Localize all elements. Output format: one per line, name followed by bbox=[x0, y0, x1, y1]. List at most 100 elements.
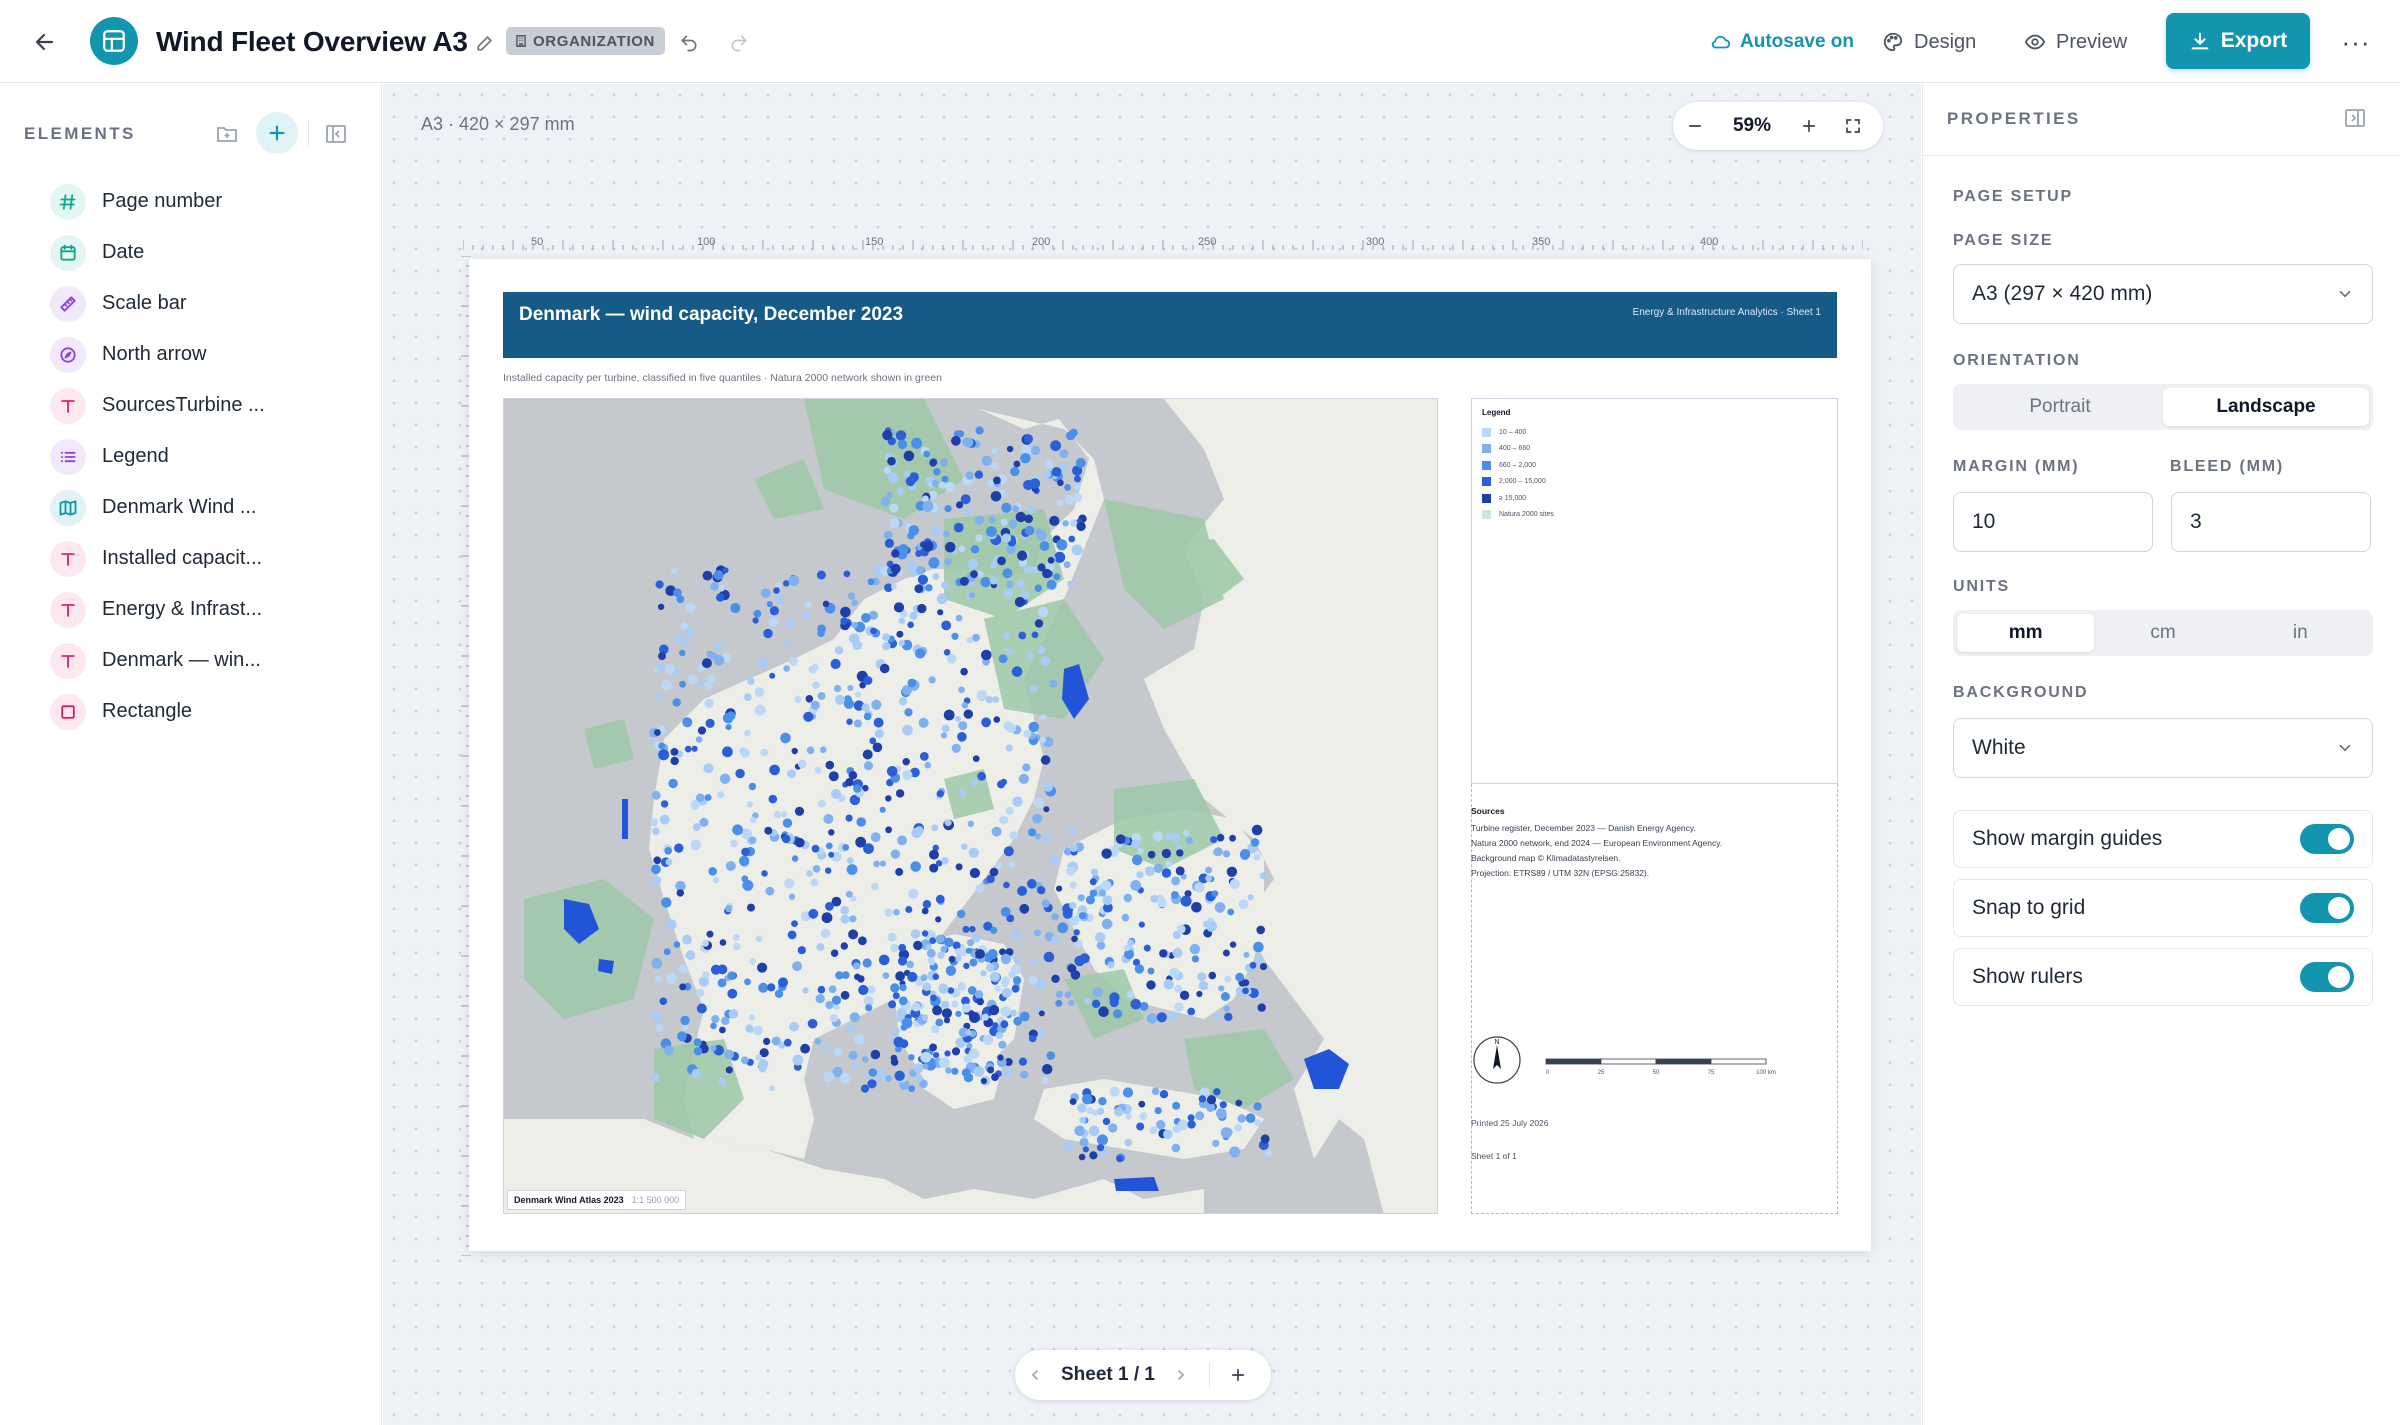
orientation-portrait[interactable]: Portrait bbox=[1957, 388, 2163, 426]
turbine-dot bbox=[659, 814, 670, 825]
redo-button[interactable] bbox=[722, 26, 756, 60]
turbine-dot bbox=[905, 906, 913, 913]
legend-box[interactable]: Legend 10 – 400 400 – 660 660 – 2,000 2,000… bbox=[1471, 398, 1838, 784]
turbine-dot bbox=[957, 732, 967, 742]
previous-sheet-button[interactable] bbox=[1015, 1355, 1055, 1395]
element-item[interactable]: Installed capacit... bbox=[50, 533, 370, 584]
turbine-dot bbox=[1223, 1005, 1230, 1012]
element-item[interactable]: Scale bar bbox=[50, 278, 370, 329]
turbine-dot bbox=[883, 466, 891, 474]
units-label: UNITS bbox=[1953, 578, 2010, 595]
turbine-dot bbox=[1175, 866, 1185, 876]
turbine-dot bbox=[1206, 921, 1217, 932]
zoom-out-button[interactable] bbox=[1673, 104, 1717, 148]
zoom-in-button[interactable] bbox=[1787, 104, 1831, 148]
page-number-text[interactable]: Sheet 1 of 1 bbox=[1471, 1151, 1517, 1161]
turbine-dot bbox=[923, 450, 931, 458]
turbine-dot bbox=[1138, 921, 1145, 928]
turbine-dot bbox=[1138, 1100, 1146, 1108]
add-sheet-button[interactable] bbox=[1218, 1355, 1258, 1395]
export-button[interactable]: Export bbox=[2166, 13, 2310, 69]
element-item[interactable]: Denmark Wind ... bbox=[50, 482, 370, 533]
turbine-dot bbox=[752, 617, 759, 624]
units-cm[interactable]: cm bbox=[2094, 614, 2231, 652]
collapse-properties-button[interactable] bbox=[2343, 106, 2373, 134]
element-item[interactable]: Energy & Infrast... bbox=[50, 584, 370, 635]
map-title[interactable]: Denmark — wind capacity, December 2023 bbox=[519, 304, 903, 326]
page-size-select[interactable]: A3 (297 × 420 mm) bbox=[1953, 264, 2373, 324]
margin-guides-toggle[interactable] bbox=[2300, 824, 2354, 854]
turbine-dot bbox=[878, 954, 890, 966]
turbine-dot bbox=[744, 729, 751, 737]
turbine-dot bbox=[945, 965, 957, 976]
bleed-input[interactable]: 3 bbox=[2171, 492, 2371, 552]
show-rulers-toggle[interactable] bbox=[2300, 962, 2354, 992]
turbine-dot bbox=[1015, 511, 1026, 523]
organization-text[interactable]: Energy & Infrastructure Analytics · Shee… bbox=[1633, 307, 1821, 318]
map-frame[interactable]: Denmark Wind Atlas 2023 1:1 500 000 bbox=[503, 398, 1438, 1214]
turbine-dot bbox=[1051, 912, 1059, 921]
element-item[interactable]: Denmark — win... bbox=[50, 635, 370, 686]
back-button[interactable] bbox=[24, 22, 66, 62]
canvas-area[interactable]: A3 · 420 × 297 mm 59% 50 100 150 200 250 300 3… bbox=[383, 84, 1921, 1425]
subtitle-text[interactable]: Installed capacity per turbine, classifi… bbox=[503, 372, 942, 384]
document-title: Wind Fleet Overview A3 bbox=[156, 26, 468, 57]
orientation-landscape[interactable]: Landscape bbox=[2163, 388, 2369, 426]
turbine-dot bbox=[1068, 535, 1076, 543]
turbine-dot bbox=[1098, 1006, 1109, 1017]
design-button[interactable]: Design bbox=[1882, 22, 1976, 62]
element-item[interactable]: Page number bbox=[50, 176, 370, 227]
turbine-dot bbox=[1171, 891, 1179, 899]
units-in[interactable]: in bbox=[2232, 614, 2369, 652]
more-options-button[interactable]: ··· bbox=[2336, 22, 2376, 62]
element-item-label: Legend bbox=[102, 445, 169, 467]
sources-text[interactable]: Turbine register, December 2023 — Danish… bbox=[1471, 821, 1722, 881]
turbine-dot bbox=[840, 990, 850, 1000]
turbine-dot bbox=[702, 971, 710, 979]
turbine-dot bbox=[887, 932, 897, 942]
next-sheet-button[interactable] bbox=[1161, 1355, 1201, 1395]
turbine-dot bbox=[1009, 831, 1018, 840]
turbine-dot bbox=[892, 992, 900, 1000]
turbine-dot bbox=[835, 971, 844, 980]
title-rectangle[interactable]: Denmark — wind capacity, December 2023 E… bbox=[503, 292, 1837, 358]
turbine-dot bbox=[1027, 879, 1037, 889]
snap-to-grid-toggle[interactable] bbox=[2300, 893, 2354, 923]
undo-button[interactable] bbox=[672, 26, 706, 60]
element-item[interactable]: North arrow bbox=[50, 329, 370, 380]
turbine-dot bbox=[1043, 951, 1055, 963]
preview-button[interactable]: Preview bbox=[2024, 22, 2127, 62]
element-item[interactable]: SourcesTurbine ... bbox=[50, 380, 370, 431]
turbine-dot bbox=[780, 732, 791, 744]
turbine-dot bbox=[1088, 1125, 1100, 1137]
autosave-status[interactable]: Autosave on bbox=[1710, 24, 1854, 60]
turbine-dot bbox=[969, 1012, 980, 1023]
turbine-dot bbox=[981, 717, 991, 728]
element-item[interactable]: Legend bbox=[50, 431, 370, 482]
turbine-dot bbox=[890, 943, 899, 953]
element-item[interactable]: Date bbox=[50, 227, 370, 278]
fit-to-screen-button[interactable] bbox=[1831, 104, 1875, 148]
add-element-button[interactable] bbox=[256, 112, 298, 154]
turbine-dot bbox=[816, 943, 825, 952]
layout-page[interactable]: Denmark — wind capacity, December 2023 E… bbox=[469, 259, 1871, 1251]
rename-button[interactable] bbox=[470, 28, 500, 58]
margin-input[interactable]: 10 bbox=[1953, 492, 2153, 552]
new-group-button[interactable] bbox=[214, 122, 242, 148]
north-arrow[interactable]: N bbox=[1472, 1035, 1522, 1085]
turbine-dot bbox=[991, 462, 999, 470]
app-logo[interactable] bbox=[90, 17, 138, 65]
collapse-panel-button[interactable] bbox=[324, 122, 352, 148]
turbine-dot bbox=[915, 648, 926, 659]
turbine-dot bbox=[769, 606, 779, 616]
turbine-dot bbox=[1242, 987, 1249, 995]
printed-date[interactable]: Printed 25 July 2026 bbox=[1471, 1118, 1549, 1128]
background-select[interactable]: White bbox=[1953, 718, 2373, 778]
units-mm[interactable]: mm bbox=[1957, 614, 2095, 652]
margin-guides-row: Show margin guides bbox=[1953, 810, 2373, 868]
turbine-dot bbox=[1134, 964, 1145, 974]
turbine-dot bbox=[1056, 885, 1063, 892]
sources-title[interactable]: Sources bbox=[1471, 806, 1505, 816]
scale-bar[interactable]: 0 25 50 75 100 km bbox=[1544, 1054, 1784, 1084]
element-item[interactable]: Rectangle bbox=[50, 686, 370, 737]
